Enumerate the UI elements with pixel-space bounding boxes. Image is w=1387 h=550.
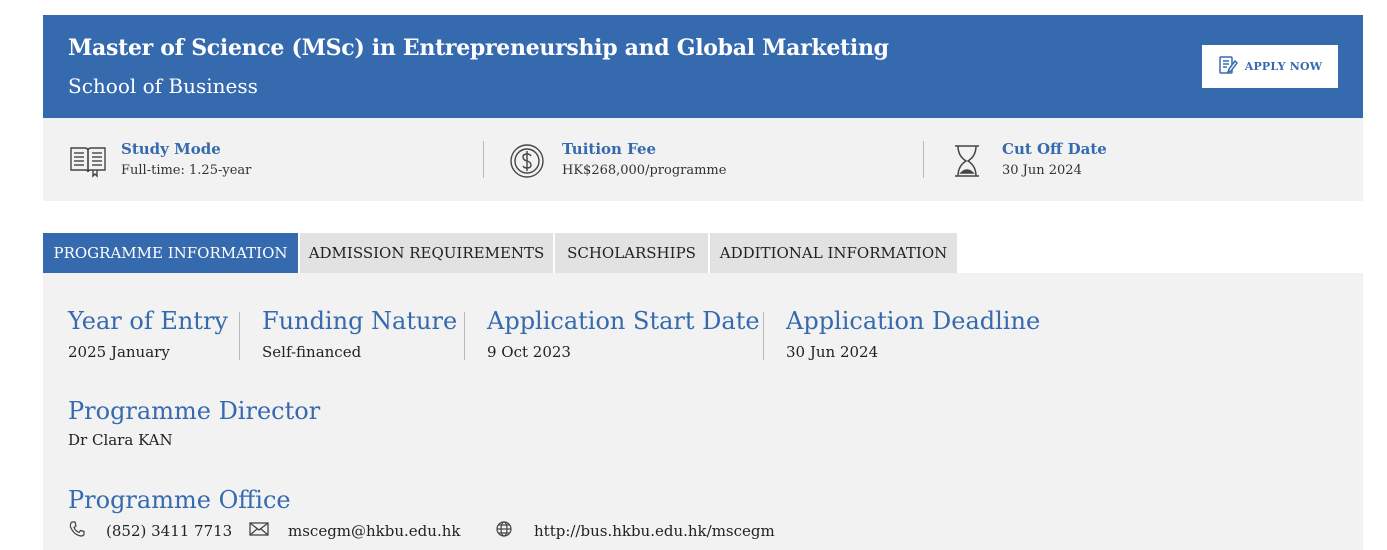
cut-off-date-value: 30 Jun 2024: [1002, 163, 1082, 178]
tuition-fee-value: HK$268,000/programme: [562, 163, 727, 178]
programme-director-name: Dr Clara KAN: [68, 431, 173, 449]
envelope-icon: [249, 521, 288, 541]
email-link[interactable]: mscegm@hkbu.edu.hk: [288, 522, 460, 540]
programme-information-panel: Year of Entry 2025 January Funding Natur…: [43, 273, 1363, 550]
programme-office: Programme Office: [68, 486, 291, 514]
open-book-icon: [68, 142, 108, 178]
website-link[interactable]: http://bus.hkbu.edu.hk/mscegm: [534, 522, 775, 540]
field-value: 9 Oct 2023: [487, 343, 571, 361]
tab-admission-requirements[interactable]: ADMISSION REQUIREMENTS: [300, 233, 553, 273]
programme-banner: Master of Science (MSc) in Entrepreneurs…: [43, 15, 1363, 118]
field-label: Application Start Date: [487, 307, 760, 335]
field-divider: [464, 312, 465, 360]
field-divider: [763, 312, 764, 360]
tuition-fee-title: Tuition Fee: [562, 140, 657, 158]
field-value: 30 Jun 2024: [786, 343, 879, 361]
summary-divider: [923, 141, 924, 178]
field-divider: [239, 312, 240, 360]
field-label: Application Deadline: [786, 307, 1041, 335]
summary-divider: [483, 141, 484, 178]
study-mode-title: Study Mode: [121, 140, 221, 158]
programme-title: Master of Science (MSc) in Entrepreneurs…: [68, 35, 889, 61]
field-label: Year of Entry: [68, 307, 228, 335]
tab-scholarships[interactable]: SCHOLARSHIPS: [555, 233, 708, 273]
globe-icon: [495, 520, 534, 542]
edit-document-icon: [1218, 55, 1238, 78]
field-value: Self-financed: [262, 343, 362, 361]
cut-off-date-title: Cut Off Date: [1002, 140, 1107, 158]
programme-director: Programme Director Dr Clara KAN: [68, 397, 320, 449]
year-of-entry: Year of Entry 2025 January: [68, 307, 228, 361]
field-value: 2025 January: [68, 343, 170, 361]
office-phone: (852) 3411 7713: [68, 521, 232, 541]
tab-programme-information[interactable]: PROGRAMME INFORMATION: [43, 233, 298, 273]
study-mode-value: Full-time: 1.25-year: [121, 163, 252, 178]
hourglass-icon: [949, 142, 989, 178]
programme-office-label: Programme Office: [68, 486, 291, 514]
application-deadline: Application Deadline 30 Jun 2024: [786, 307, 1040, 361]
office-email: mscegm@hkbu.edu.hk: [249, 521, 460, 541]
phone-icon: [68, 520, 106, 542]
programme-director-label: Programme Director: [68, 397, 321, 425]
apply-now-button[interactable]: APPLY NOW: [1202, 45, 1338, 88]
apply-now-label: APPLY NOW: [1244, 60, 1323, 73]
programme-summary-bar: Study Mode Full-time: 1.25-year Tuition …: [43, 118, 1363, 201]
dollar-coin-icon: [509, 142, 549, 178]
field-label: Funding Nature: [262, 307, 458, 335]
application-start-date: Application Start Date 9 Oct 2023: [487, 307, 760, 361]
office-website: http://bus.hkbu.edu.hk/mscegm: [495, 521, 775, 541]
school-name: School of Business: [68, 74, 258, 98]
tab-additional-information[interactable]: ADDITIONAL INFORMATION: [710, 233, 957, 273]
phone-number[interactable]: (852) 3411 7713: [106, 522, 232, 540]
funding-nature: Funding Nature Self-financed: [262, 307, 457, 361]
